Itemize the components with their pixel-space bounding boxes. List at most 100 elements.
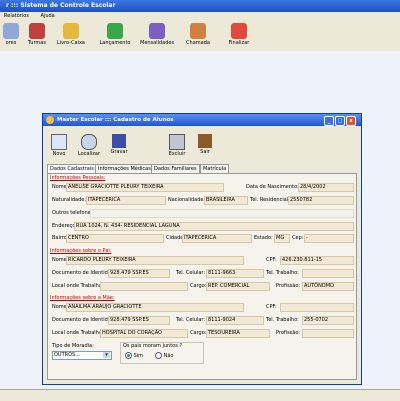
- maximize-icon[interactable]: □: [335, 116, 345, 126]
- telefone-residencial-field[interactable]: 2550782: [288, 196, 354, 205]
- excluir-label: Excluir: [168, 151, 186, 157]
- toolbar-label: ores: [5, 40, 17, 46]
- power-icon: [231, 23, 247, 39]
- estado-field[interactable]: MG: [274, 234, 290, 243]
- label: Estado:: [254, 235, 273, 241]
- endereco-field[interactable]: RUA 1024, N. 434- RESIDENCIAL LAGUNA: [74, 222, 354, 231]
- label: Local onde Trabalha:: [52, 330, 104, 336]
- pai-cpf-field[interactable]: 426.230.811-15: [280, 256, 354, 265]
- outros-telefones-field[interactable]: [90, 209, 354, 218]
- pai-tel-trabalho-field[interactable]: [302, 269, 354, 278]
- pai-cargo-field[interactable]: REP. COMERCIAL: [206, 282, 270, 291]
- dados-cadastrais-panel: Informações Pessoais: Nome: ANELISE GRAC…: [47, 173, 357, 380]
- toolbar-button-livro-caixa[interactable]: Livro-Caixa: [54, 23, 88, 46]
- trash-icon: [169, 134, 185, 150]
- label: Profissão:: [276, 330, 301, 336]
- novo-button[interactable]: Novo: [45, 134, 73, 157]
- toolbar-label: Lançamento: [99, 40, 131, 46]
- pai-nome-field[interactable]: RICARDO PLEURY TEIXEIRA: [66, 256, 244, 265]
- mae-profissao-field[interactable]: [302, 329, 354, 338]
- mae-nome-field[interactable]: ANAILMA ARAUJO GRACIOTTE: [66, 303, 244, 312]
- app-title: r ::: Sistema de Controle Escolar: [6, 2, 116, 9]
- door-icon: [198, 134, 212, 148]
- window-title-bar[interactable]: Master Escolar ::: Cadastro de Alunos _ …: [43, 114, 361, 126]
- toolbar-label: Livro-Caixa: [56, 40, 85, 46]
- toolbar-button-turmas[interactable]: Turmas: [20, 23, 54, 46]
- radio-nao[interactable]: Não: [155, 352, 173, 359]
- app-toolbar: ores Turmas Livro-Caixa Lançamento Mensa…: [0, 21, 400, 52]
- naturalidade-field[interactable]: ITAPECERICA: [86, 196, 166, 205]
- money-icon: [149, 23, 165, 39]
- toolbar-label: Mensalidades: [140, 40, 175, 46]
- localizar-label: Localizar: [77, 151, 101, 157]
- label: Outros telefones:: [52, 210, 96, 216]
- nacionalidade-field[interactable]: BRASILEIRA: [204, 196, 248, 205]
- mae-cargo-field[interactable]: TESOUREIRA: [206, 329, 270, 338]
- section-header-pessoais: Informações Pessoais:: [50, 175, 106, 181]
- cep-field[interactable]: -: [304, 234, 354, 243]
- aluno-nome-field[interactable]: ANELISE GRACIOTTE PLEURY TEIXEIRA: [66, 183, 224, 192]
- people-icon: [3, 23, 19, 39]
- cidade-field[interactable]: ITAPECERICA: [182, 234, 252, 243]
- radio-unselected-icon: [155, 352, 162, 359]
- toolbar-label: Chamada: [186, 40, 210, 46]
- binoculars-icon: [81, 134, 97, 150]
- menu-relatorios[interactable]: Relatórios: [4, 13, 29, 19]
- label: Cargo:: [190, 283, 207, 289]
- sair-button[interactable]: Sair: [191, 134, 219, 155]
- pai-documento-field[interactable]: 928.479 SSP.ES: [108, 269, 170, 278]
- section-header-mae: Informações sobre a Mãe:: [50, 295, 115, 301]
- toolbar-button-mensalidades[interactable]: Mensalidades: [140, 23, 174, 46]
- gravar-button[interactable]: Gravar: [105, 134, 133, 155]
- app-icon: [46, 116, 54, 124]
- mae-tel-trabalho-field[interactable]: 255-0702: [302, 316, 354, 325]
- menu-ajuda[interactable]: Ajuda: [41, 13, 55, 19]
- section-header-pai: Informações sobre o Pai:: [50, 248, 112, 254]
- toolbar-label: Turmas: [28, 40, 46, 46]
- mae-documento-field[interactable]: 928.479 SSP.ES: [108, 316, 170, 325]
- mae-local-trabalho-field[interactable]: HOSPITAL DO CORAÇÃO: [100, 329, 188, 338]
- check-icon: [107, 23, 123, 39]
- pai-celular-field[interactable]: 8111-9663: [206, 269, 264, 278]
- label: Cargo:: [190, 330, 207, 336]
- label: Local onde Trabalha:: [52, 283, 104, 289]
- toolbar-button-chamada[interactable]: Chamada: [181, 23, 215, 46]
- label: Nacionalidade:: [168, 197, 206, 203]
- label: Tel. Trabalho:: [266, 270, 299, 276]
- pai-profissao-field[interactable]: AUTÔNOMO: [302, 282, 354, 291]
- tipo-moradia-select[interactable]: OUTROS... ▾: [52, 351, 112, 360]
- novo-label: Novo: [52, 151, 66, 157]
- close-icon[interactable]: x: [346, 116, 356, 126]
- minimize-icon[interactable]: _: [324, 116, 334, 126]
- book-icon: [63, 23, 79, 39]
- radio-sim[interactable]: Sim: [125, 352, 143, 359]
- label: Os pais moram juntos ?: [123, 343, 183, 349]
- mae-celular-field[interactable]: 8111-9024: [206, 316, 264, 325]
- localizar-button[interactable]: Localizar: [75, 134, 103, 157]
- label: CPF:: [266, 304, 277, 310]
- roll-call-icon: [190, 23, 206, 39]
- group-icon: [29, 23, 45, 39]
- toolbar-label: Finalizar: [228, 40, 250, 46]
- label: Tipo de Moradia:: [52, 343, 94, 349]
- bairro-field[interactable]: CENTRO: [66, 234, 164, 243]
- label: Tel. Celular:: [176, 317, 206, 323]
- label: Data de Nascimento:: [246, 184, 299, 190]
- window-title: Master Escolar ::: Cadastro de Alunos: [57, 117, 174, 123]
- data-nascimento-field[interactable]: 28/4/2002: [298, 183, 354, 192]
- label: Naturalidade:: [52, 197, 87, 203]
- new-document-icon: [51, 134, 67, 150]
- label: Profissão:: [276, 283, 301, 289]
- save-icon: [112, 134, 126, 148]
- status-bar: [0, 389, 400, 401]
- excluir-button[interactable]: Excluir: [163, 134, 191, 157]
- toolbar-button-lancamento[interactable]: Lançamento: [98, 23, 132, 46]
- mae-cpf-field[interactable]: [280, 303, 354, 312]
- sair-label: Sair: [200, 149, 210, 155]
- cadastro-alunos-window: Master Escolar ::: Cadastro de Alunos _ …: [42, 113, 362, 385]
- toolbar-button-finalizar[interactable]: Finalizar: [222, 23, 256, 46]
- chevron-down-icon[interactable]: ▾: [103, 352, 110, 358]
- label: Tel. Celular:: [176, 270, 206, 276]
- pai-local-trabalho-field[interactable]: [100, 282, 188, 291]
- radio-selected-icon: [125, 352, 132, 359]
